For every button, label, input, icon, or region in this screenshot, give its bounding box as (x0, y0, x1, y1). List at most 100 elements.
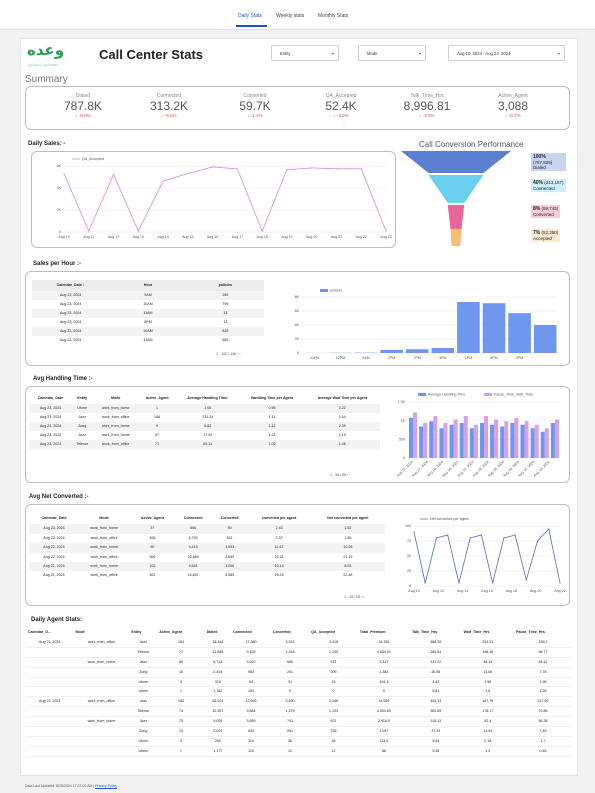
table-row[interactable]: Telenor 74 32,357 9,684 1,379 1,193 4,903.69 30… (26, 706, 572, 717)
column-header[interactable]: Calendar_Date (30, 513, 78, 524)
table-cell: 1.11 (268, 415, 276, 419)
column-header[interactable]: Talk_Time_Hrs (410, 627, 462, 638)
column-header[interactable]: Converted (271, 627, 309, 638)
funnel-label-dialed: 100% (787,825) Dialed (531, 153, 566, 171)
funnel-stage-name: Dialed (533, 165, 546, 170)
column-header[interactable]: Converted (212, 513, 248, 524)
column-header[interactable]: Connected (175, 513, 212, 524)
next-page-icon[interactable]: › (349, 473, 350, 477)
sales-hour-pager[interactable]: 1 - 100 / 148 ‹ › (216, 352, 241, 356)
data-point (212, 166, 214, 168)
table-row[interactable]: Zong 15 2,434 984 201 209 1,384 26.98 14.06 7.78 (26, 667, 572, 678)
table-row[interactable]: work_from_home Jazz 80 8,718 3,620 680 571 2,31… (26, 657, 572, 668)
column-header[interactable]: Active_Agent (130, 513, 174, 524)
table-row[interactable]: Aug 23, 2024 Ufone work_from_home 1 1.05 0.95… (30, 404, 380, 413)
table-cell: 3 (157, 736, 205, 747)
column-header[interactable]: Calendar_D... (26, 627, 73, 638)
table-row[interactable]: Aug 23, 2024 11AM 685 (32, 336, 264, 345)
y-tick-label: 2K (57, 208, 62, 212)
tab-daily-stats[interactable]: Daily Stats (238, 13, 262, 19)
table-cell: Jazz (129, 696, 158, 707)
column-header[interactable]: Net converted per agent (311, 513, 385, 524)
data-point (525, 579, 527, 581)
table-row[interactable]: Ufone 3 315 64 31 29 104.4 4.42 1.96 1.98 (26, 677, 572, 687)
table-cell: 4,834.01 (357, 647, 411, 658)
x-tick-label: Aug 17 (232, 235, 243, 239)
column-header[interactable]: Average Wait Time per Agent (305, 393, 380, 404)
kpi-value: 3,088 (497, 99, 529, 113)
table-row[interactable]: Aug 23, 2024 Jazz work_from_home 37 17.92 1.2… (30, 431, 380, 440)
column-header[interactable]: Wait_Time_Hrs (462, 627, 514, 638)
table-row[interactable]: Ufone 1 1,182 153 0 0 0 5.81 1.8 1.28 (26, 686, 572, 697)
table-cell: 930 (231, 726, 271, 737)
table-row[interactable]: work_from_home Jazz 73 9,005 3,859 741 621 2,91… (26, 716, 572, 727)
table-cell: 317.69 (513, 696, 572, 707)
tab-monthly-stats[interactable]: Monthly Stats (318, 13, 348, 19)
table-row[interactable]: Aug 23, 2024 10AM 839 (32, 327, 264, 336)
table-row[interactable]: Aug 21, 2024 work_from_office 302 24,657 5,5… (30, 571, 385, 580)
column-header[interactable]: Connected (231, 627, 271, 638)
column-header[interactable]: Mode (78, 513, 130, 524)
column-header[interactable]: Entity (129, 627, 157, 638)
column-header[interactable]: Calendar_Date (30, 393, 71, 404)
table-row[interactable]: Aug 22, 2024 work_from_office Jazz 183 65,20… (26, 696, 572, 707)
table-cell (26, 667, 74, 678)
column-header[interactable]: Calendar_Date ↓ (32, 280, 109, 291)
table-cell: 131.22 (410, 657, 462, 668)
table-row[interactable]: Aug 23, 2024 10AM 799 (32, 300, 264, 309)
table-cell: 541 (226, 535, 233, 540)
privacy-policy-link[interactable]: Privacy Policy (95, 784, 117, 788)
anc-pager[interactable]: 1 - 28 / 28 ‹ › (344, 595, 365, 599)
column-header[interactable]: QA_Accepted (309, 627, 358, 638)
column-header[interactable]: Pause_Time_Hrs (514, 627, 572, 638)
next-page-icon[interactable]: › (239, 352, 240, 356)
sales-hour-chart: 8K 6K 4K 2K 0 11PM 12PM 9AM 2PM 7PM 3PM 1PM 6PM 3PM po… (295, 289, 558, 360)
table-row[interactable]: Aug 23, 2024 work_from_office 306 5,793 541 2… (30, 534, 385, 543)
table-cell: 14.06 (461, 667, 514, 678)
column-header[interactable]: Hour (109, 280, 186, 291)
agent-title: Daily Agent Stats: (31, 617, 83, 623)
table-row[interactable]: Ufone 1 1,177 120 12 12 86 5.38 1.9 0.45 (26, 746, 572, 757)
table-row[interactable]: Aug 21, 2024 work_from_home 103 4,691 1,056 1… (30, 562, 385, 572)
next-page-icon[interactable]: › (363, 595, 364, 599)
x-tick-label: Aug 20 (306, 235, 317, 239)
aht-pager[interactable]: 1 - 56 / 56 ‹ › (330, 473, 351, 477)
column-header[interactable]: Total_Premium (358, 627, 410, 638)
column-header[interactable]: Mode (73, 627, 129, 638)
y-tick-label: 0 (59, 230, 61, 234)
table-row[interactable]: Telenor 71 31,685 9,425 1,318 1,140 4,834.01 28… (26, 647, 572, 658)
y-tick-label: 100 (405, 524, 411, 528)
table-row[interactable]: Aug 23, 2024 Jazz work_from_office 186 131.3… (30, 413, 380, 422)
table-cell: 9,425 (231, 647, 271, 658)
table-row[interactable]: Aug 23, 2024 work_from_home 37 856 90 2.43 1.6… (30, 524, 385, 534)
bar-pause-wait (413, 412, 418, 458)
table-row[interactable]: Aug 21, 2024 work_from_office Jazz 184 38,44… (26, 637, 572, 648)
table-row[interactable]: Aug 22, 2024 work_from_home 90 4,419 1,053 11… (30, 543, 385, 553)
column-header[interactable]: Active_Agent (157, 627, 204, 638)
table-row[interactable]: Aug 22, 2024 work_from_office 306 25,889 4,6… (30, 553, 385, 562)
date-range-picker[interactable]: Aug 10, 2024 - Aug 23, 2024 ▾ (448, 45, 565, 61)
table-row[interactable]: Aug 23, 2024 6PM 14 (32, 318, 264, 327)
column-header[interactable]: Handling Time per Agent (239, 393, 304, 404)
tab-weekly-stats[interactable]: Weekly stats (276, 13, 304, 19)
table-row[interactable]: Aug 23, 2024 11AM 13 (32, 309, 264, 318)
bar-pause-wait (514, 417, 519, 458)
column-header[interactable]: Mode (93, 393, 138, 404)
column-header[interactable]: Active_Agent (138, 393, 176, 404)
table-cell: 1,140 (309, 647, 358, 658)
kpi-value: 52.4K (325, 99, 357, 113)
entity-dropdown[interactable]: Entity ▾ (271, 45, 339, 61)
mode-dropdown[interactable]: Mode ▾ (358, 45, 426, 61)
column-header[interactable]: Entity (71, 393, 93, 404)
anc-table: Calendar_Date Mode Active_Agent Connected Co… (30, 513, 385, 581)
table-row[interactable]: Zong 13 2,001 930 261 236 1,057 37.33 14.59 7.83 (26, 726, 572, 737)
table-row[interactable]: Aug 23, 2024 Telenor work_from_office 71 69.… (30, 440, 380, 449)
column-header[interactable]: Dialed (205, 627, 231, 638)
column-header[interactable]: Average Handling Time: (176, 393, 239, 404)
table-row[interactable]: Aug 23, 2024 9AM 289 (32, 291, 264, 300)
column-header[interactable]: policies (187, 280, 264, 291)
bar (431, 348, 455, 353)
column-header[interactable]: converted per agent (248, 513, 311, 524)
table-row[interactable]: Aug 23, 2024 Zong work_from_home 9 6.83 1.42 2… (30, 422, 380, 431)
table-row[interactable]: Ufone 3 259 110 36 36 124.5 5.54 2.18 1.7 (26, 736, 572, 747)
